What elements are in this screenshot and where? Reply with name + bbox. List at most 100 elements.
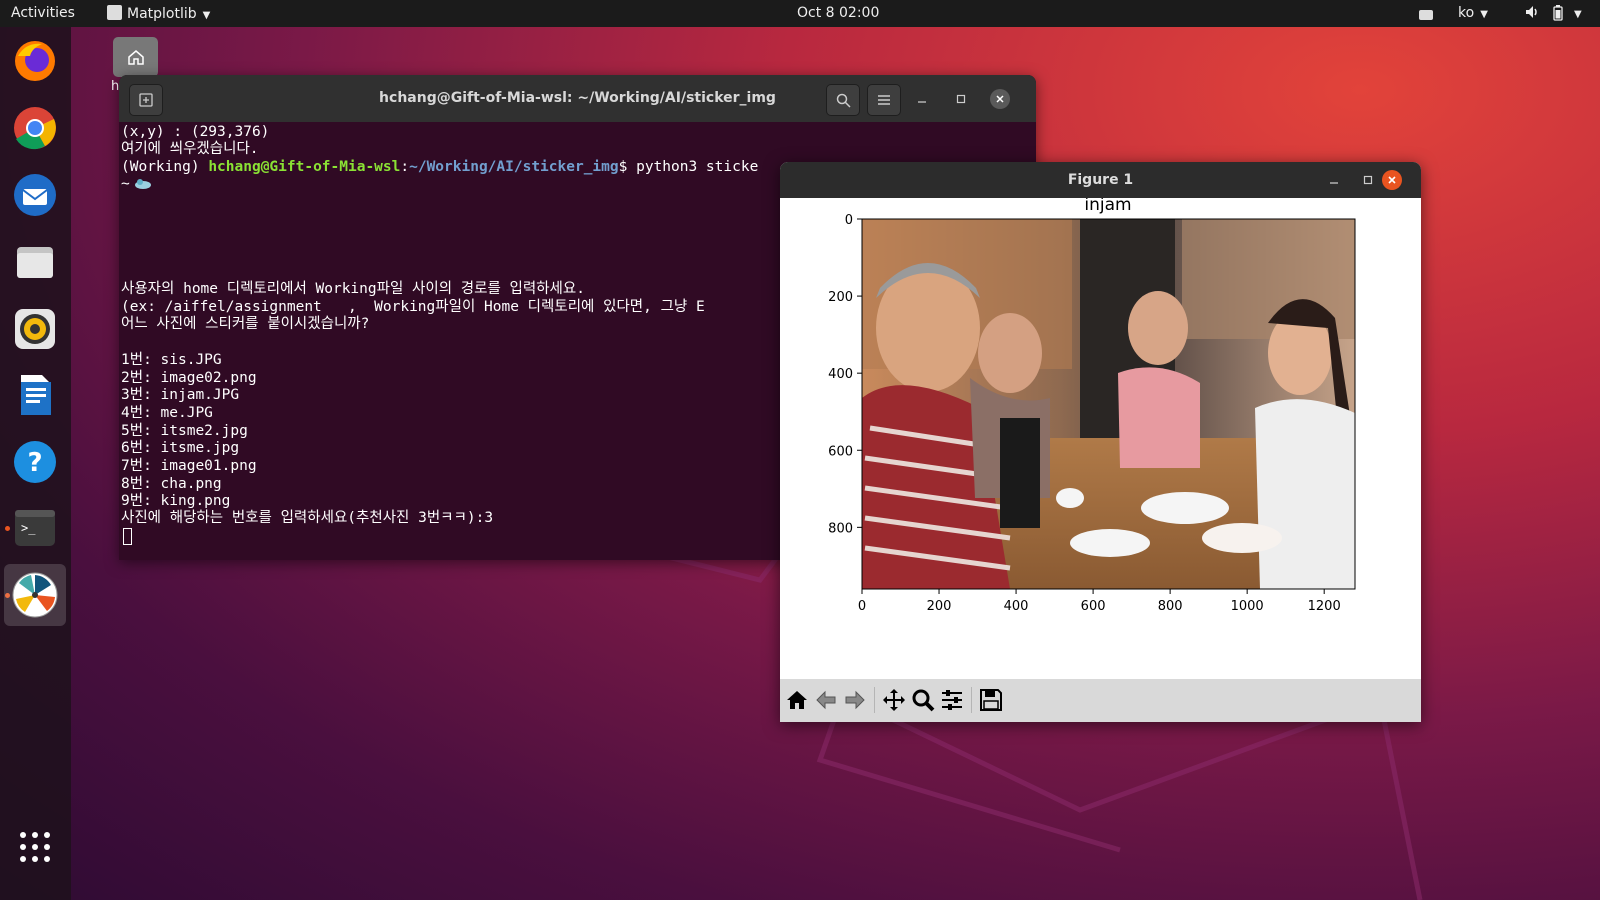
save-figure-button[interactable]: [977, 686, 1005, 714]
chrome-icon[interactable]: [12, 105, 58, 151]
magnifier-icon: [912, 689, 935, 712]
input-prompt-line: 사진에 해당하는 번호를 입력하세요(추천사진 3번ㅋㅋ):3: [121, 510, 494, 526]
close-button[interactable]: [990, 89, 1010, 109]
running-indicator: [5, 526, 10, 531]
help-icon[interactable]: ?: [12, 439, 58, 485]
sliders-icon: [942, 690, 962, 710]
clock[interactable]: Oct 8 02:00: [797, 5, 879, 21]
keyboard-icon[interactable]: [1419, 8, 1433, 24]
libreoffice-writer-icon[interactable]: [12, 372, 58, 418]
plot-area[interactable]: injam 0 200 400 600 800 1000 1200 020040…: [780, 198, 1421, 679]
forward-arrow-icon: [845, 690, 865, 710]
battery-icon[interactable]: [1553, 5, 1563, 25]
x-tick-label: 1000: [1231, 599, 1264, 614]
conda-env: (Working): [121, 159, 209, 175]
floppy-disk-icon: [980, 689, 1002, 711]
file-option: 3번: injam.JPG: [121, 387, 240, 403]
figure-window[interactable]: Figure 1 injam 0 200 400 600 800 1000 12…: [780, 162, 1421, 722]
search-icon: [836, 93, 851, 108]
figure-title-bar[interactable]: Figure 1: [780, 162, 1421, 198]
maximize-button[interactable]: [952, 90, 970, 108]
terminal-prompt-line: (Working) hchang@Gift-of-Mia-wsl:~/Worki…: [121, 159, 758, 177]
matplotlib-app-icon: [107, 5, 122, 20]
svg-text:>_: >_: [21, 521, 36, 535]
y-tick-label: 200: [828, 290, 853, 305]
minimize-icon: [1330, 182, 1338, 184]
thunderbird-icon[interactable]: [12, 172, 58, 218]
chart-title: injam: [1084, 198, 1131, 215]
x-tick-label: 400: [1004, 599, 1029, 614]
home-button[interactable]: [783, 686, 811, 714]
x-tick-label: 600: [1081, 599, 1106, 614]
firefox-icon[interactable]: [12, 38, 58, 84]
minimize-button[interactable]: [1325, 171, 1343, 189]
pan-button[interactable]: [880, 686, 908, 714]
y-tick-label: 400: [828, 367, 853, 382]
chevron-down-icon: ▼: [1480, 9, 1488, 20]
forward-button[interactable]: [841, 686, 869, 714]
x-tick-label: 0: [858, 599, 866, 614]
configure-subplots-button[interactable]: [938, 686, 966, 714]
svg-text:?: ?: [27, 448, 42, 478]
back-arrow-icon: [816, 690, 836, 710]
close-button[interactable]: [1382, 170, 1402, 190]
prompt-user-host: hchang@Gift-of-Mia-wsl: [208, 159, 401, 175]
file-option: 9번: king.png: [121, 493, 231, 509]
activities-button[interactable]: Activities: [11, 5, 75, 21]
zoom-button[interactable]: [909, 686, 937, 714]
file-option: 4번: me.JPG: [121, 405, 213, 421]
terminal-line: 여기에 씌우겠습니다.: [121, 141, 259, 157]
chevron-down-icon[interactable]: ▼: [1574, 5, 1582, 21]
navigation-toolbar: [780, 679, 1421, 722]
back-button[interactable]: [812, 686, 840, 714]
prompt-path: ~/Working/AI/sticker_img: [409, 159, 619, 175]
prompt-colon: :: [400, 159, 410, 175]
terminal-line: 사용자의 home 디렉토리에서 Working파일 사이의 경로를 입력하세요…: [121, 281, 585, 297]
file-option: 7번: image01.png: [121, 458, 257, 474]
terminal-icon[interactable]: >_: [12, 505, 58, 551]
prompt-command: $ python3 sticke: [618, 159, 759, 175]
home-folder-label: h: [111, 79, 120, 94]
drag-cursor-icon: [133, 177, 153, 197]
file-option: 5번: itsme2.jpg: [121, 423, 248, 439]
input-method-label: ko: [1458, 5, 1475, 21]
maximize-icon: [1363, 175, 1373, 185]
file-option: 1번: sis.JPG: [121, 352, 222, 368]
app-menu-label: Matplotlib: [127, 6, 197, 22]
terminal-line: ~: [121, 176, 130, 192]
x-tick-label: 1200: [1308, 599, 1341, 614]
file-option: 8번: cha.png: [121, 476, 222, 492]
input-method-menu[interactable]: ko ▼: [1458, 5, 1488, 21]
file-option: 6번: itsme.jpg: [121, 440, 240, 456]
home-icon: [787, 691, 807, 709]
close-icon: [996, 95, 1004, 103]
matplotlib-icon[interactable]: [4, 564, 66, 626]
terminal-line: 어느 사진에 스티커를 붙이시겠습니까?: [121, 316, 370, 332]
maximize-button[interactable]: [1359, 171, 1377, 189]
search-button[interactable]: [826, 84, 860, 116]
volume-icon[interactable]: [1524, 4, 1540, 24]
top-bar: Activities Matplotlib ▼ Oct 8 02:00 ko ▼ ▼: [0, 0, 1600, 27]
y-tick-label: 600: [828, 444, 853, 459]
move-icon: [883, 689, 905, 711]
minimize-button[interactable]: [913, 90, 931, 108]
x-tick-label: 800: [1158, 599, 1183, 614]
close-icon: [1388, 176, 1396, 184]
files-icon[interactable]: [12, 239, 58, 285]
toolbar-separator: [874, 687, 875, 713]
rhythmbox-icon[interactable]: [12, 306, 58, 352]
menu-icon: [878, 95, 890, 105]
terminal-line: (ex: /aiffel/assignment , Working파일이 Hom…: [121, 299, 705, 315]
dock: ? >_: [0, 27, 71, 900]
photo-image: [862, 219, 1355, 589]
terminal-line: (x,y) : (293,376): [121, 124, 270, 140]
y-axis: 0 200 400 600 800: [828, 213, 862, 536]
minimize-icon: [918, 101, 926, 103]
x-axis: 0 200 400 600 800 1000 1200: [858, 589, 1341, 614]
show-applications-icon[interactable]: [12, 824, 58, 870]
y-tick-label: 800: [828, 521, 853, 536]
app-menu[interactable]: Matplotlib ▼: [107, 5, 210, 22]
hamburger-menu-button[interactable]: [867, 84, 901, 116]
terminal-header-bar[interactable]: hchang@Gift-of-Mia-wsl: ~/Working/AI/sti…: [119, 75, 1036, 122]
home-folder-icon[interactable]: [113, 37, 158, 77]
